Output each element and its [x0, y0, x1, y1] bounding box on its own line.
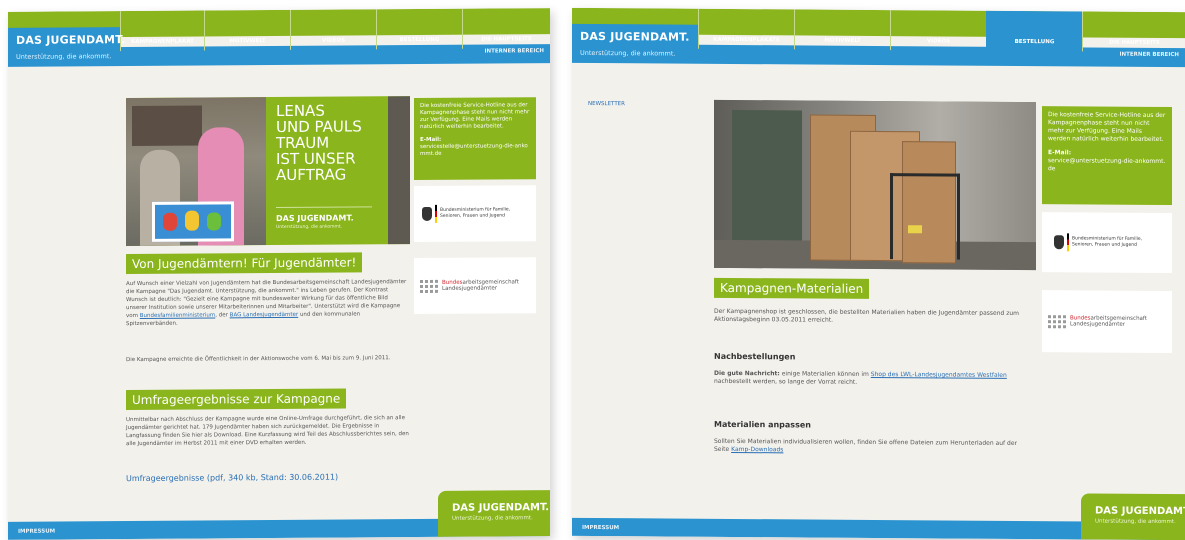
footer-logo-text: DAS JUGENDAMT. — [1095, 505, 1185, 518]
email-link[interactable]: service@unterstuetzung-die-ankommt.de — [1048, 157, 1166, 174]
cart-handle — [890, 173, 960, 260]
nav-tab-hauptseite[interactable]: DIE HAUPTSEITE — [462, 8, 550, 49]
slogan-line: UND PAULS — [276, 117, 362, 137]
slogan-line: IST UNSER — [276, 149, 356, 169]
nav-tab-kampagnenplakat[interactable]: KAMPAGNENPLAKAT — [120, 10, 204, 52]
hero-slogan: LENAS UND PAULS TRAUM IST UNSER AUFTRAG — [276, 102, 362, 185]
order-page-screenshot: KAMPAGNENPLAKATE MOTIVWELT VIDEOS BESTEL… — [572, 7, 1185, 540]
logo-text: DAS JUGENDAMT. — [16, 33, 126, 47]
reorder-heading: Nachbestellungen — [714, 351, 796, 362]
door — [732, 109, 802, 251]
logo-text: DAS JUGENDAMT. — [580, 29, 690, 44]
bag-name: Bundesarbeitsgemeinschaft Landesjugendäm… — [442, 279, 530, 292]
dot-grid-icon — [1048, 314, 1066, 328]
dot-grid-icon — [420, 279, 438, 293]
hotline-text: Die kostenfreie Service-Hotline aus der … — [1048, 111, 1166, 143]
hero-photo — [126, 97, 266, 247]
packages-photo — [714, 99, 1036, 271]
section-heading: Von Jugendämtern! Für Jugendämter! — [126, 252, 363, 275]
bag-name: Bundesarbeitsgemeinschaft Landesjugendäm… — [1070, 315, 1166, 328]
hero-logo-tagline: Unterstützung, die ankommt. — [276, 224, 343, 231]
ministry-link[interactable]: Bundesfamilienministerium — [140, 312, 216, 319]
downloads-link[interactable]: Kamp-Downloads — [731, 446, 783, 453]
ministry-logo[interactable]: Bundesministerium für Familie, Senioren,… — [414, 185, 536, 243]
site-tagline: Unterstützung, die ankommt. — [16, 52, 112, 61]
hero-logo-text: DAS JUGENDAMT. — [276, 213, 354, 224]
footer-logo: DAS JUGENDAMT. Unterstützung, die ankomm… — [1081, 493, 1185, 540]
survey-download-link[interactable]: Umfrageergebnisse (pdf, 340 kb, Stand: 3… — [126, 473, 338, 483]
survey-heading: Umfrageergebnisse zur Kampagne — [126, 388, 347, 411]
reorder-paragraph: Die gute Nachricht: einige Materialien k… — [714, 369, 1007, 386]
nav-tab-hauptseite[interactable]: DIE HAUPTSEITE — [1082, 11, 1185, 53]
campaign-date-paragraph: Die Kampagne erreichte die Öffentlichkei… — [126, 355, 391, 364]
house-shape — [132, 105, 202, 147]
hotline-info-box: Die kostenfreie Service-Hotline aus der … — [414, 97, 536, 181]
hotline-text: Die kostenfreie Service-Hotline aus der … — [420, 102, 530, 131]
footer-logo-text: DAS JUGENDAMT. — [452, 502, 550, 514]
nav-tab-motivwelt[interactable]: MOTIVWELT — [204, 9, 290, 51]
federal-eagle-icon — [422, 206, 432, 222]
email-link[interactable]: servicestelle@unterstuetzung-die-ankommt… — [420, 143, 530, 158]
main-nav: KAMPAGNENPLAKATE MOTIVWELT VIDEOS BESTEL… — [698, 8, 1185, 53]
customize-paragraph: Sollten Sie Materialien individualisiere… — [714, 437, 1017, 454]
nav-tab-kampagnenplakate[interactable]: KAMPAGNENPLAKATE — [698, 8, 794, 50]
footer-logo: DAS JUGENDAMT. Unterstützung, die ankomm… — [438, 490, 550, 537]
slogan-line: AUFTRAG — [276, 165, 347, 185]
footer-tagline: Unterstützung, die ankommt. — [452, 515, 533, 522]
child-drawing — [152, 201, 234, 242]
lwl-shop-link[interactable]: Shop des LWL-Landesjugendamtes Westfalen — [871, 371, 1007, 379]
nav-tab-bestellung[interactable]: BESTELLUNG — [376, 8, 462, 50]
german-flag-icon — [1067, 233, 1069, 252]
homepage-screenshot: KAMPAGNENPLAKAT MOTIVWELT VIDEOS BESTELL… — [8, 8, 550, 540]
federal-eagle-icon — [1054, 235, 1064, 250]
ministry-logo[interactable]: Bundesministerium für Familie, Senioren,… — [1042, 212, 1172, 274]
hero-logo: DAS JUGENDAMT. Unterstützung, die ankomm… — [276, 206, 372, 231]
bag-link[interactable]: BAG Landesjugendämter — [230, 312, 299, 318]
nav-tab-bestellung[interactable]: BESTELLUNG — [986, 10, 1082, 52]
ministry-name: Bundesministerium für Familie, Senioren,… — [1072, 236, 1143, 248]
screenshot-collage: KAMPAGNENPLAKAT MOTIVWELT VIDEOS BESTELL… — [0, 0, 1185, 540]
hero-banner: LENAS UND PAULS TRAUM IST UNSER AUFTRAG … — [126, 96, 410, 247]
nav-tab-motivwelt[interactable]: MOTIVWELT — [794, 9, 890, 51]
section-heading: Kampagnen-Materialien — [714, 277, 870, 299]
main-content: LENAS UND PAULS TRAUM IST UNSER AUFTRAG … — [8, 63, 550, 522]
site-tagline: Unterstützung, die ankommt. — [580, 48, 676, 58]
internal-area-link[interactable]: INTERNER BEREICH — [1119, 52, 1179, 58]
nav-tab-videos[interactable]: VIDEOS — [290, 9, 376, 50]
bag-logo[interactable]: Bundesarbeitsgemeinschaft Landesjugendäm… — [1042, 290, 1172, 354]
intro-paragraph: Auf Wunsch einer Vielzahl von Jugendämte… — [126, 279, 407, 328]
bag-logo[interactable]: Bundesarbeitsgemeinschaft Landesjugendäm… — [414, 257, 536, 315]
survey-paragraph: Unmittelbar nach Abschluss der Kampagne … — [126, 415, 409, 448]
nav-tab-videos[interactable]: VIDEOS — [890, 10, 986, 51]
main-nav: KAMPAGNENPLAKAT MOTIVWELT VIDEOS BESTELL… — [120, 8, 550, 52]
label-sticker — [908, 225, 922, 234]
customize-heading: Materialien anpassen — [714, 419, 811, 430]
footer-tagline: Unterstützung, die ankommt. — [1095, 518, 1176, 526]
intro-paragraph: Der Kampagnenshop ist geschlossen, die b… — [714, 307, 1020, 324]
hotline-info-box: Die kostenfreie Service-Hotline aus der … — [1042, 106, 1172, 206]
hero-strip — [388, 96, 410, 245]
impressum-link[interactable]: IMPRESSUM — [18, 529, 55, 535]
ministry-name: Bundesministerium für Familie, Senioren,… — [440, 207, 511, 219]
german-flag-icon — [435, 204, 437, 223]
internal-area-link[interactable]: INTERNER BEREICH — [484, 48, 544, 54]
main-content: NEWSLETTER Die kostenfreie Service-Hotli… — [572, 63, 1185, 522]
newsletter-link[interactable]: NEWSLETTER — [588, 101, 625, 107]
impressum-link[interactable]: IMPRESSUM — [582, 525, 619, 531]
